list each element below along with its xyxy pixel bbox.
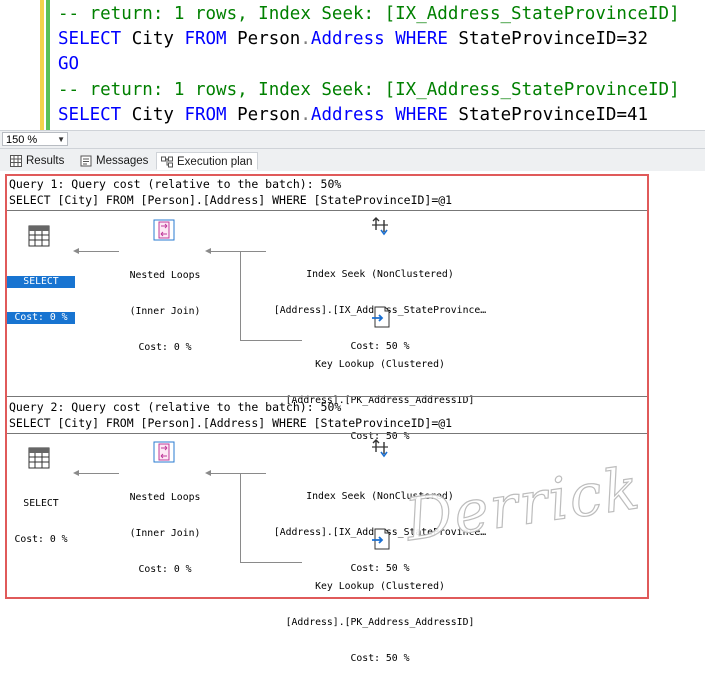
zoom-bar: 150 % ▼: [0, 130, 705, 149]
messages-icon: [80, 155, 92, 167]
tab-messages-label: Messages: [96, 155, 149, 167]
key-lookup-object: [Address].[PK_Address_AddressID]: [285, 617, 475, 628]
code-editor[interactable]: -- return: 1 rows, Index Seek: [IX_Addre…: [0, 0, 705, 130]
grid-icon: [10, 155, 22, 167]
predicate: StateProvinceID=41: [447, 105, 649, 125]
table-name: Address: [310, 29, 385, 49]
schema-name: Person: [226, 105, 301, 125]
tab-results-label: Results: [26, 155, 65, 167]
tab-execution-plan-label: Execution plan: [177, 156, 253, 168]
tab-results[interactable]: Results: [6, 152, 70, 170]
zoom-value: 150 %: [6, 134, 38, 146]
keyword-from: FROM: [184, 29, 227, 49]
code-line-2: SELECT City FROM Person.Address WHERE St…: [58, 27, 648, 52]
execution-plan-icon: [161, 156, 173, 168]
change-margin-yellow: [40, 0, 44, 130]
results-tab-bar: Results Messages Execution plan: [0, 149, 705, 172]
table-name: Address: [310, 105, 385, 125]
keyword-where: WHERE: [384, 29, 448, 49]
key-lookup-cost: Cost: 50 %: [350, 653, 410, 664]
code-line-5: SELECT City FROM Person.Address WHERE St…: [58, 103, 648, 128]
schema-name: Person: [226, 29, 301, 49]
predicate: StateProvinceID=32: [447, 29, 649, 49]
column-name: City: [121, 105, 185, 125]
keyword-from: FROM: [184, 105, 227, 125]
keyword-where: WHERE: [384, 105, 448, 125]
change-margin-green: [46, 0, 50, 130]
code-line-3: GO: [58, 54, 80, 74]
column-name: City: [121, 29, 185, 49]
keyword-select: SELECT: [58, 105, 122, 125]
tab-messages[interactable]: Messages: [76, 152, 152, 170]
tab-execution-plan[interactable]: Execution plan: [156, 152, 258, 170]
dot-operator: .: [300, 29, 311, 49]
zoom-dropdown[interactable]: 150 % ▼: [2, 132, 68, 146]
code-line-4: -- return: 1 rows, Index Seek: [IX_Addre…: [58, 80, 680, 100]
keyword-select: SELECT: [58, 29, 122, 49]
dot-operator: .: [300, 105, 311, 125]
highlight-frame: [5, 174, 649, 599]
code-line-1: -- return: 1 rows, Index Seek: [IX_Addre…: [58, 4, 680, 24]
chevron-down-icon: ▼: [57, 135, 65, 144]
